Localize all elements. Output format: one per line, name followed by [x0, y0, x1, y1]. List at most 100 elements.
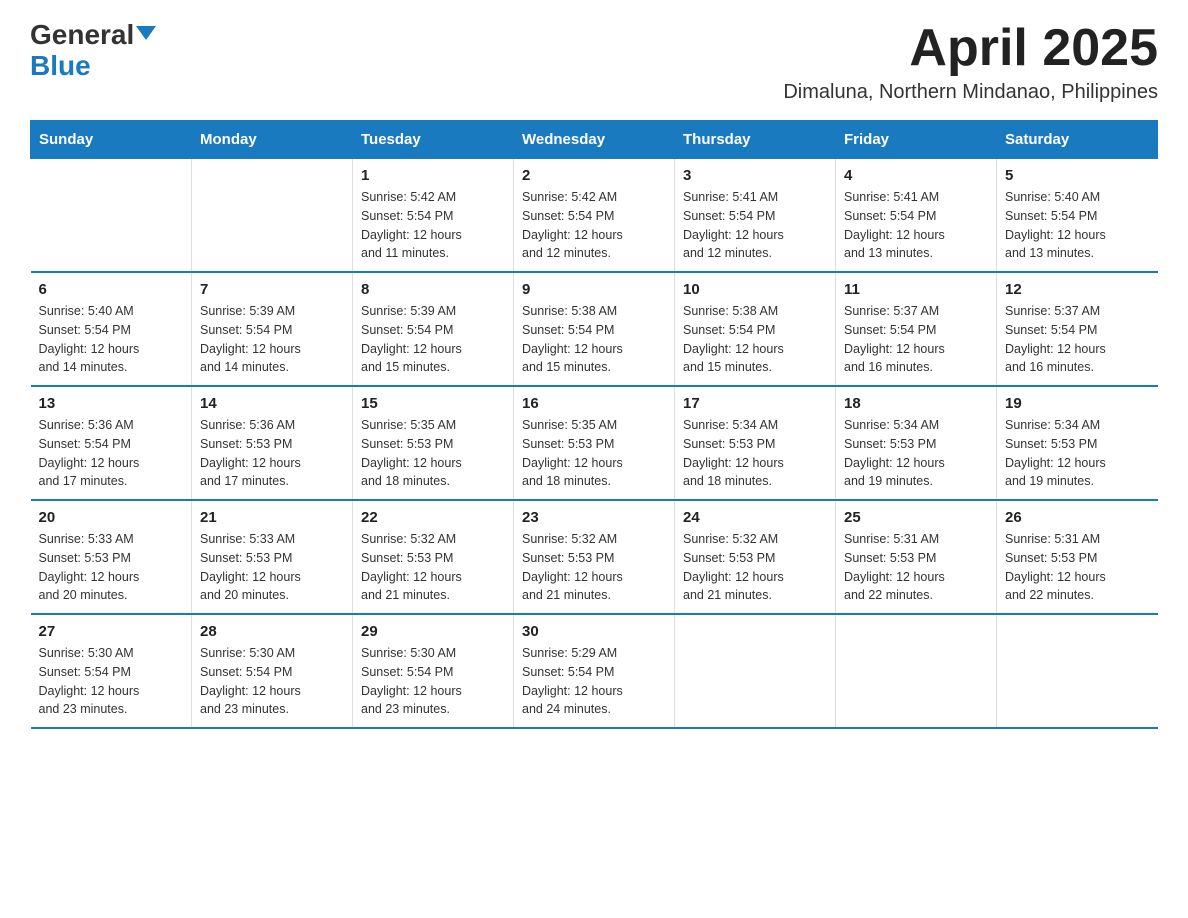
- day-info: Sunrise: 5:32 AM Sunset: 5:53 PM Dayligh…: [361, 530, 505, 605]
- day-number: 6: [39, 281, 184, 298]
- table-row: 7 Sunrise: 5:39 AM Sunset: 5:54 PM Daylig…: [192, 272, 353, 386]
- location-title: Dimaluna, Northern Mindanao, Philippines: [783, 81, 1158, 104]
- logo-blue-text: Blue: [30, 50, 91, 81]
- table-row: 28 Sunrise: 5:30 AM Sunset: 5:54 PM Dayli…: [192, 614, 353, 728]
- logo-text: GeneralBlue: [30, 20, 156, 82]
- calendar-week-row: 27 Sunrise: 5:30 AM Sunset: 5:54 PM Dayli…: [31, 614, 1158, 728]
- table-row: 20Sunrise: 5:33 AM Sunset: 5:53 PM Dayli…: [31, 500, 192, 614]
- header-sunday: Sunday: [31, 121, 192, 159]
- table-row: 24 Sunrise: 5:32 AM Sunset: 5:53 PM Dayli…: [675, 500, 836, 614]
- header-monday: Monday: [192, 121, 353, 159]
- calendar-week-row: 20Sunrise: 5:33 AM Sunset: 5:53 PM Dayli…: [31, 500, 1158, 614]
- day-number: 10: [683, 281, 827, 298]
- calendar-week-row: 13 Sunrise: 5:36 AM Sunset: 5:54 PM Dayli…: [31, 386, 1158, 500]
- day-info: Sunrise: 5:38 AM Sunset: 5:54 PM Dayligh…: [522, 302, 666, 377]
- table-row: 21Sunrise: 5:33 AM Sunset: 5:53 PM Dayli…: [192, 500, 353, 614]
- title-area: April 2025 Dimaluna, Northern Mindanao, …: [783, 20, 1158, 104]
- table-row: 15 Sunrise: 5:35 AM Sunset: 5:53 PM Dayli…: [353, 386, 514, 500]
- day-number: 24: [683, 509, 827, 526]
- day-number: 27: [39, 623, 184, 640]
- day-info: Sunrise: 5:35 AM Sunset: 5:53 PM Dayligh…: [522, 416, 666, 491]
- table-row: [675, 614, 836, 728]
- day-number: 1: [361, 167, 505, 184]
- day-info: Sunrise: 5:36 AM Sunset: 5:54 PM Dayligh…: [39, 416, 184, 491]
- month-title: April 2025: [783, 20, 1158, 77]
- day-number: 13: [39, 395, 184, 412]
- header-tuesday: Tuesday: [353, 121, 514, 159]
- table-row: 6 Sunrise: 5:40 AM Sunset: 5:54 PM Daylig…: [31, 272, 192, 386]
- day-info: Sunrise: 5:40 AM Sunset: 5:54 PM Dayligh…: [39, 302, 184, 377]
- calendar-header-row: Sunday Monday Tuesday Wednesday Thursday…: [31, 121, 1158, 159]
- day-info: Sunrise: 5:34 AM Sunset: 5:53 PM Dayligh…: [683, 416, 827, 491]
- header-friday: Friday: [836, 121, 997, 159]
- day-number: 14: [200, 395, 344, 412]
- day-number: 5: [1005, 167, 1150, 184]
- day-info: Sunrise: 5:41 AM Sunset: 5:54 PM Dayligh…: [683, 188, 827, 263]
- table-row: [192, 159, 353, 273]
- day-info: Sunrise: 5:34 AM Sunset: 5:53 PM Dayligh…: [1005, 416, 1150, 491]
- table-row: 8 Sunrise: 5:39 AM Sunset: 5:54 PM Daylig…: [353, 272, 514, 386]
- day-info: Sunrise: 5:31 AM Sunset: 5:53 PM Dayligh…: [1005, 530, 1150, 605]
- day-info: Sunrise: 5:31 AM Sunset: 5:53 PM Dayligh…: [844, 530, 988, 605]
- table-row: 5 Sunrise: 5:40 AM Sunset: 5:54 PM Daylig…: [997, 159, 1158, 273]
- table-row: 11Sunrise: 5:37 AM Sunset: 5:54 PM Dayli…: [836, 272, 997, 386]
- day-number: 21: [200, 509, 344, 526]
- day-info: Sunrise: 5:29 AM Sunset: 5:54 PM Dayligh…: [522, 644, 666, 719]
- day-number: 25: [844, 509, 988, 526]
- day-number: 12: [1005, 281, 1150, 298]
- day-info: Sunrise: 5:39 AM Sunset: 5:54 PM Dayligh…: [200, 302, 344, 377]
- day-number: 23: [522, 509, 666, 526]
- day-info: Sunrise: 5:36 AM Sunset: 5:53 PM Dayligh…: [200, 416, 344, 491]
- day-info: Sunrise: 5:37 AM Sunset: 5:54 PM Dayligh…: [1005, 302, 1150, 377]
- day-number: 22: [361, 509, 505, 526]
- day-info: Sunrise: 5:32 AM Sunset: 5:53 PM Dayligh…: [683, 530, 827, 605]
- day-number: 19: [1005, 395, 1150, 412]
- table-row: 30 Sunrise: 5:29 AM Sunset: 5:54 PM Dayli…: [514, 614, 675, 728]
- logo-area: GeneralBlue: [30, 20, 156, 82]
- day-number: 29: [361, 623, 505, 640]
- day-info: Sunrise: 5:40 AM Sunset: 5:54 PM Dayligh…: [1005, 188, 1150, 263]
- header-saturday: Saturday: [997, 121, 1158, 159]
- day-number: 7: [200, 281, 344, 298]
- table-row: 2 Sunrise: 5:42 AM Sunset: 5:54 PM Daylig…: [514, 159, 675, 273]
- table-row: 25 Sunrise: 5:31 AM Sunset: 5:53 PM Dayli…: [836, 500, 997, 614]
- day-number: 28: [200, 623, 344, 640]
- day-number: 3: [683, 167, 827, 184]
- day-number: 16: [522, 395, 666, 412]
- table-row: 3 Sunrise: 5:41 AM Sunset: 5:54 PM Daylig…: [675, 159, 836, 273]
- table-row: 13 Sunrise: 5:36 AM Sunset: 5:54 PM Dayli…: [31, 386, 192, 500]
- day-info: Sunrise: 5:39 AM Sunset: 5:54 PM Dayligh…: [361, 302, 505, 377]
- table-row: 22 Sunrise: 5:32 AM Sunset: 5:53 PM Dayli…: [353, 500, 514, 614]
- day-number: 11: [844, 281, 988, 298]
- table-row: 16 Sunrise: 5:35 AM Sunset: 5:53 PM Dayli…: [514, 386, 675, 500]
- table-row: 19 Sunrise: 5:34 AM Sunset: 5:53 PM Dayli…: [997, 386, 1158, 500]
- day-info: Sunrise: 5:30 AM Sunset: 5:54 PM Dayligh…: [361, 644, 505, 719]
- table-row: 10 Sunrise: 5:38 AM Sunset: 5:54 PM Dayli…: [675, 272, 836, 386]
- day-number: 26: [1005, 509, 1150, 526]
- day-number: 9: [522, 281, 666, 298]
- day-info: Sunrise: 5:30 AM Sunset: 5:54 PM Dayligh…: [200, 644, 344, 719]
- calendar-week-row: 6 Sunrise: 5:40 AM Sunset: 5:54 PM Daylig…: [31, 272, 1158, 386]
- day-number: 30: [522, 623, 666, 640]
- day-number: 8: [361, 281, 505, 298]
- table-row: 27Sunrise: 5:30 AM Sunset: 5:54 PM Dayli…: [31, 614, 192, 728]
- table-row: 23 Sunrise: 5:32 AM Sunset: 5:53 PM Dayli…: [514, 500, 675, 614]
- day-number: 17: [683, 395, 827, 412]
- table-row: 14 Sunrise: 5:36 AM Sunset: 5:53 PM Dayli…: [192, 386, 353, 500]
- day-info: Sunrise: 5:42 AM Sunset: 5:54 PM Dayligh…: [361, 188, 505, 263]
- day-info: Sunrise: 5:35 AM Sunset: 5:53 PM Dayligh…: [361, 416, 505, 491]
- day-info: Sunrise: 5:38 AM Sunset: 5:54 PM Dayligh…: [683, 302, 827, 377]
- header-wednesday: Wednesday: [514, 121, 675, 159]
- calendar-week-row: 1 Sunrise: 5:42 AM Sunset: 5:54 PM Daylig…: [31, 159, 1158, 273]
- day-info: Sunrise: 5:32 AM Sunset: 5:53 PM Dayligh…: [522, 530, 666, 605]
- day-number: 15: [361, 395, 505, 412]
- day-info: Sunrise: 5:34 AM Sunset: 5:53 PM Dayligh…: [844, 416, 988, 491]
- table-row: 29 Sunrise: 5:30 AM Sunset: 5:54 PM Dayli…: [353, 614, 514, 728]
- day-info: Sunrise: 5:42 AM Sunset: 5:54 PM Dayligh…: [522, 188, 666, 263]
- table-row: 12 Sunrise: 5:37 AM Sunset: 5:54 PM Dayli…: [997, 272, 1158, 386]
- table-row: 17 Sunrise: 5:34 AM Sunset: 5:53 PM Dayli…: [675, 386, 836, 500]
- day-number: 20: [39, 509, 184, 526]
- day-number: 2: [522, 167, 666, 184]
- table-row: 4Sunrise: 5:41 AM Sunset: 5:54 PM Daylig…: [836, 159, 997, 273]
- day-info: Sunrise: 5:41 AM Sunset: 5:54 PM Dayligh…: [844, 188, 988, 263]
